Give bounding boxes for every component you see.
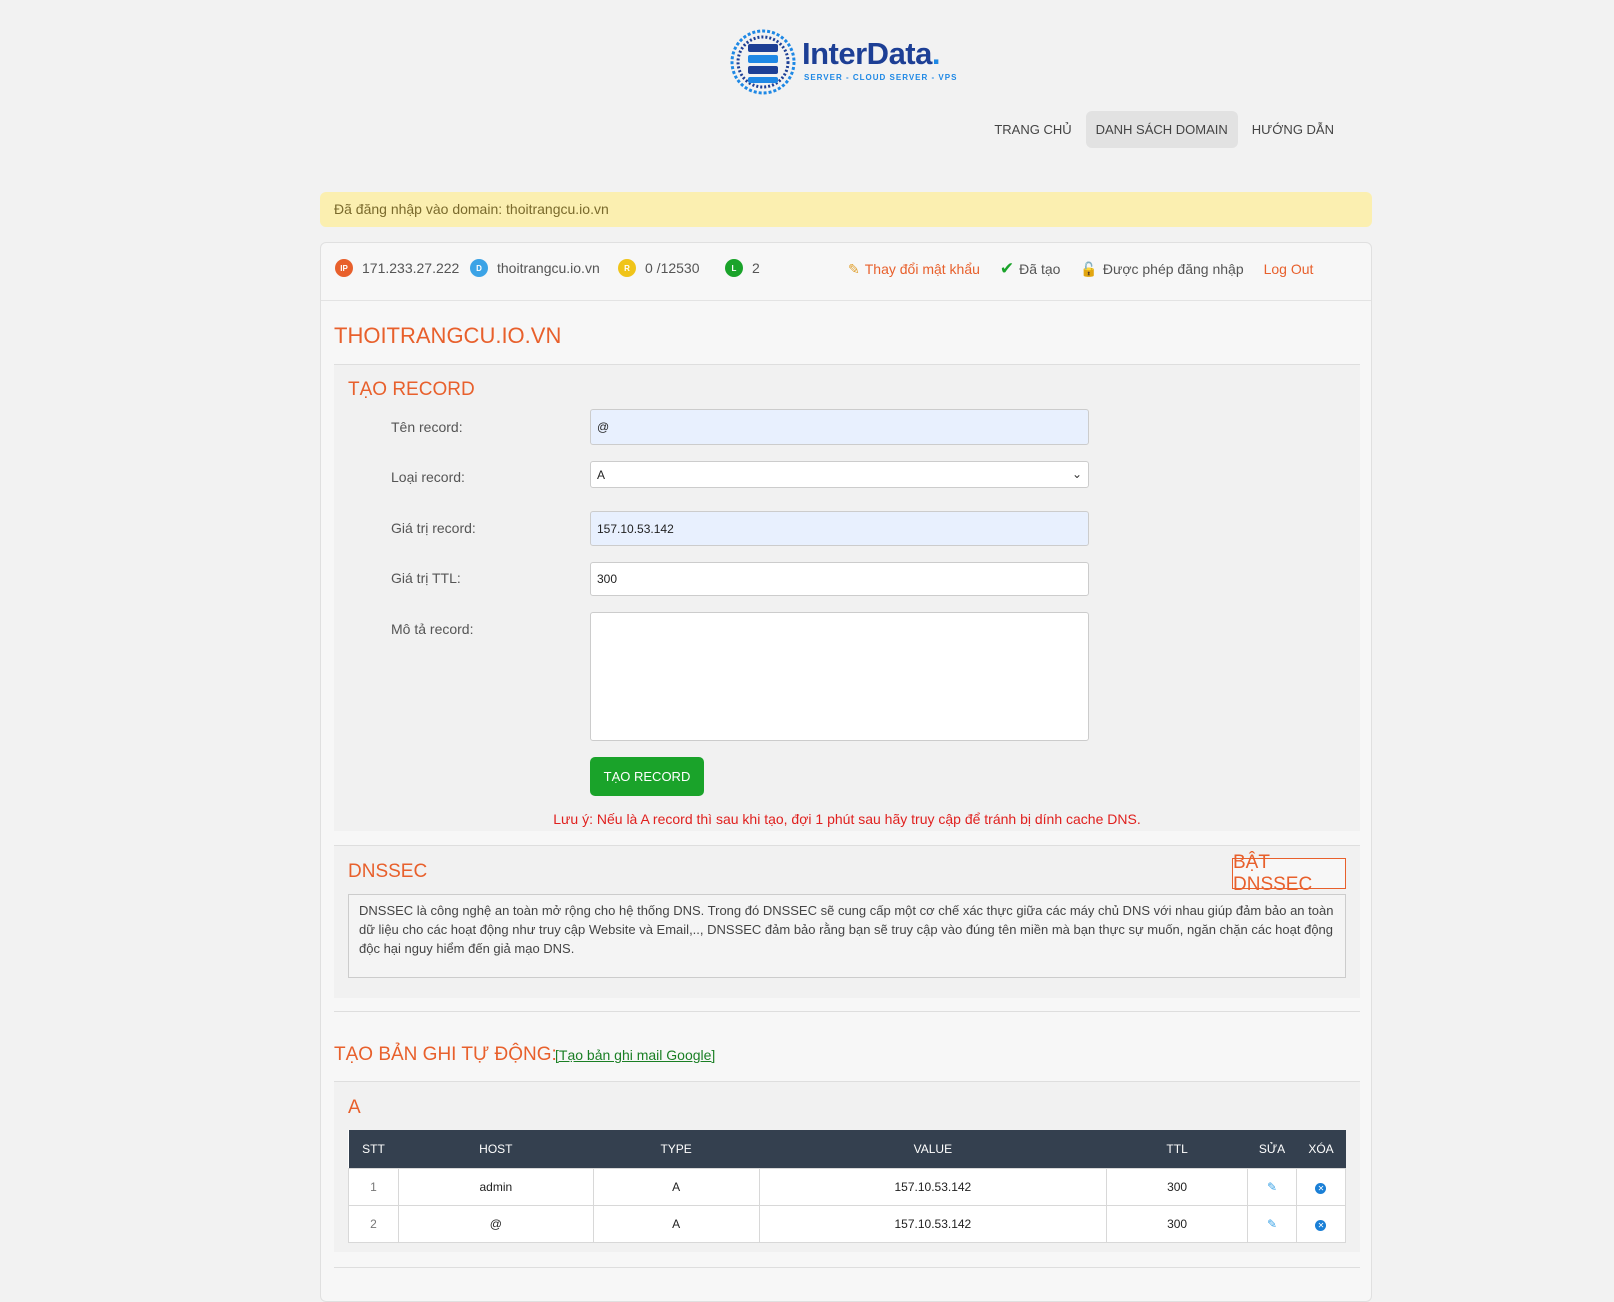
change-password-link[interactable]: ✎ Thay đổi mật khẩu bbox=[848, 261, 980, 278]
records-table: STT HOST TYPE VALUE TTL SỬA XÓA 1 admin … bbox=[348, 1130, 1347, 1243]
record-type-label: Loại record: bbox=[391, 469, 465, 485]
dnssec-description: DNSSEC là công nghệ an toàn mở rộng cho … bbox=[348, 894, 1346, 978]
nav-home[interactable]: TRANG CHỦ bbox=[984, 111, 1081, 148]
level-badge-icon: L bbox=[725, 259, 743, 277]
domain-panel: IP 171.233.27.222 D thoitrangcu.io.vn R … bbox=[320, 242, 1372, 1302]
brand-name: InterData. bbox=[802, 36, 941, 71]
domain-badge-icon: D bbox=[470, 259, 488, 277]
record-value-label: Giá trị record: bbox=[391, 520, 476, 536]
records-badge-icon: R bbox=[618, 259, 636, 277]
login-allowed-status: 🔓 Được phép đăng nhập bbox=[1080, 261, 1243, 278]
record-type-select[interactable]: A ⌄ bbox=[590, 461, 1089, 488]
a-records-section: A STT HOST TYPE VALUE TTL SỬA XÓA 1 admi… bbox=[334, 1082, 1360, 1252]
domain-value: thoitrangcu.io.vn bbox=[497, 260, 600, 276]
created-status: ✔ Đã tạo bbox=[1000, 259, 1061, 279]
delete-icon[interactable]: ✕ bbox=[1315, 1182, 1327, 1194]
main-nav: TRANG CHỦ DANH SÁCH DOMAIN HƯỚNG DẪN bbox=[980, 111, 1344, 148]
checkmark-icon: ✔ bbox=[999, 259, 1015, 278]
delete-cell: ✕ bbox=[1295, 1167, 1347, 1206]
header-value: VALUE bbox=[759, 1130, 1107, 1168]
domain-info: D thoitrangcu.io.vn bbox=[470, 259, 600, 277]
dnssec-title: DNSSEC bbox=[348, 861, 428, 882]
record-value-input[interactable]: 157.10.53.142 bbox=[590, 511, 1089, 546]
row-type: A bbox=[592, 1167, 760, 1206]
header-type: TYPE bbox=[593, 1130, 760, 1168]
ip-value: 171.233.27.222 bbox=[362, 260, 460, 276]
delete-icon[interactable]: ✕ bbox=[1315, 1219, 1327, 1231]
table-row: 2 @ A 157.10.53.142 300 ✎ ✕ bbox=[348, 1204, 1347, 1243]
edit-cell: ✎ bbox=[1247, 1204, 1297, 1243]
nav-domain-list[interactable]: DANH SÁCH DOMAIN bbox=[1085, 111, 1238, 148]
created-label: Đã tạo bbox=[1019, 261, 1061, 277]
globe-server-icon bbox=[730, 29, 796, 95]
logout-link[interactable]: Log Out bbox=[1264, 261, 1314, 277]
row-stt: 1 bbox=[348, 1167, 399, 1206]
interdata-logo[interactable]: InterData. SERVER - CLOUD SERVER - VPS bbox=[730, 22, 970, 102]
header-delete: XÓA bbox=[1296, 1130, 1346, 1168]
info-bar: IP 171.233.27.222 D thoitrangcu.io.vn R … bbox=[321, 243, 1371, 301]
table-header-row: STT HOST TYPE VALUE TTL SỬA XÓA bbox=[348, 1130, 1346, 1168]
edit-icon[interactable]: ✎ bbox=[1267, 1180, 1277, 1194]
record-name-input[interactable]: @ bbox=[590, 409, 1089, 445]
unlock-icon: 🔓 bbox=[1080, 260, 1098, 277]
ttl-value: 300 bbox=[597, 572, 618, 586]
pencil-icon: ✎ bbox=[848, 260, 860, 277]
edit-cell: ✎ bbox=[1247, 1167, 1297, 1206]
login-alert: Đã đăng nhập vào domain: thoitrangcu.io.… bbox=[320, 192, 1372, 227]
account-actions: ✎ Thay đổi mật khẩu ✔ Đã tạo 🔓 Được phép… bbox=[848, 259, 1333, 279]
ttl-label: Giá trị TTL: bbox=[391, 570, 461, 586]
header-stt: STT bbox=[348, 1130, 399, 1168]
records-value: 0 /12530 bbox=[645, 260, 700, 276]
row-value: 157.10.53.142 bbox=[758, 1167, 1108, 1206]
level-value: 2 bbox=[752, 260, 760, 276]
cache-note: Lưu ý: Nếu là A record thì sau khi tạo, … bbox=[553, 811, 1141, 827]
ttl-input[interactable]: 300 bbox=[590, 562, 1089, 596]
domain-title: THOITRANGCU.IO.VN bbox=[334, 323, 562, 348]
header-host: HOST bbox=[398, 1130, 594, 1168]
edit-icon[interactable]: ✎ bbox=[1267, 1217, 1277, 1231]
row-type: A bbox=[592, 1204, 760, 1243]
records-section-title: A bbox=[348, 1097, 361, 1118]
logout-label: Log Out bbox=[1263, 261, 1314, 277]
record-name-value: @ bbox=[597, 420, 610, 434]
change-password-label: Thay đổi mật khẩu bbox=[864, 261, 980, 277]
ip-badge-icon: IP bbox=[335, 259, 353, 277]
row-ttl: 300 bbox=[1106, 1204, 1248, 1243]
nav-guide[interactable]: HƯỚNG DẪN bbox=[1242, 111, 1344, 148]
description-textarea[interactable] bbox=[590, 612, 1089, 741]
chevron-down-icon: ⌄ bbox=[1071, 467, 1082, 481]
delete-cell: ✕ bbox=[1295, 1204, 1347, 1243]
divider bbox=[334, 1267, 1360, 1268]
google-mail-records-link[interactable]: [Tạo bản ghi mail Google] bbox=[555, 1047, 715, 1063]
auto-create-title: TẠO BẢN GHI TỰ ĐỘNG: bbox=[334, 1044, 557, 1065]
row-host: admin bbox=[397, 1167, 594, 1206]
brand-tagline: SERVER - CLOUD SERVER - VPS bbox=[804, 73, 958, 82]
records-info: R 0 /12530 bbox=[618, 259, 700, 277]
table-row: 1 admin A 157.10.53.142 300 ✎ ✕ bbox=[348, 1167, 1347, 1206]
record-name-label: Tên record: bbox=[391, 419, 463, 435]
create-record-title: TẠO RECORD bbox=[348, 379, 475, 400]
record-type-value: A bbox=[597, 467, 606, 482]
create-record-section: TẠO RECORD Tên record: @ Loại record: A … bbox=[334, 365, 1360, 831]
header-edit: SỬA bbox=[1247, 1130, 1297, 1168]
row-host: @ bbox=[397, 1204, 594, 1243]
row-ttl: 300 bbox=[1106, 1167, 1248, 1206]
row-stt: 2 bbox=[348, 1204, 399, 1243]
enable-dnssec-button[interactable]: BẬT DNSSEC bbox=[1232, 852, 1346, 895]
level-info: L 2 bbox=[725, 259, 760, 277]
create-record-button[interactable]: TẠO RECORD bbox=[590, 757, 704, 796]
row-value: 157.10.53.142 bbox=[758, 1204, 1108, 1243]
header-ttl: TTL bbox=[1106, 1130, 1248, 1168]
ip-info: IP 171.233.27.222 bbox=[335, 259, 459, 277]
divider bbox=[334, 1011, 1360, 1012]
dnssec-section: DNSSEC BẬT DNSSEC DNSSEC là công nghệ an… bbox=[334, 846, 1360, 998]
login-allowed-label: Được phép đăng nhập bbox=[1102, 261, 1244, 277]
description-label: Mô tả record: bbox=[391, 621, 474, 637]
record-value-text: 157.10.53.142 bbox=[597, 521, 674, 536]
